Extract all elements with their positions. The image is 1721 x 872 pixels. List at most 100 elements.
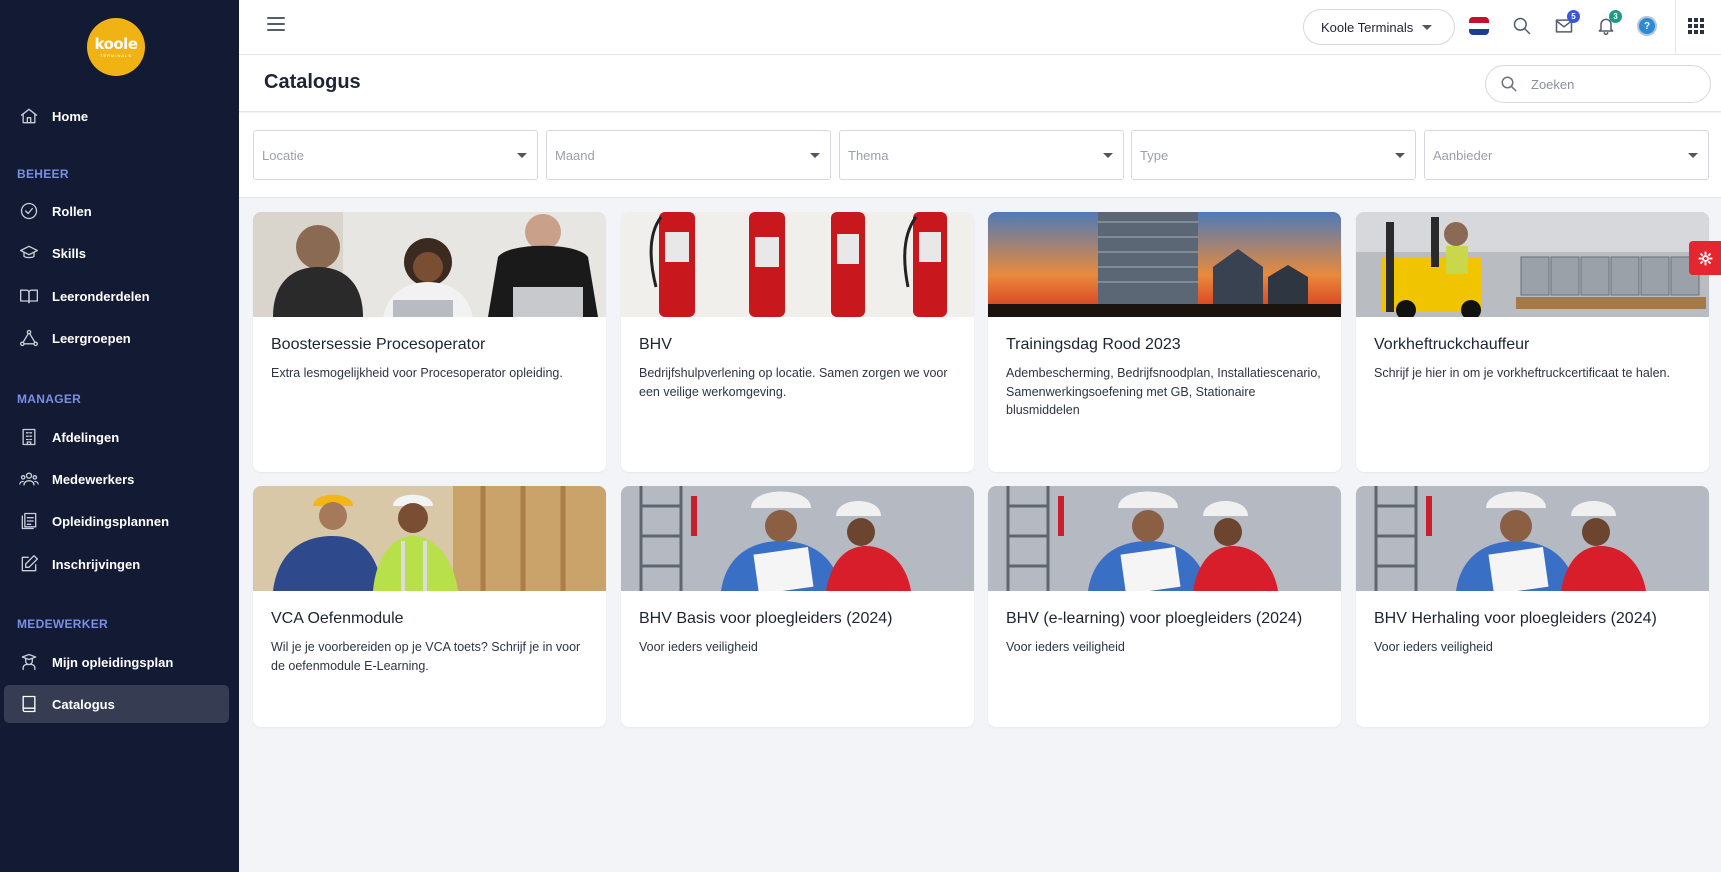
- course-card[interactable]: BHV (e-learning) voor ploegleiders (2024…: [988, 486, 1341, 727]
- sidebar-item-label: Rollen: [52, 203, 92, 219]
- open-book-icon: [18, 285, 40, 307]
- organization-select[interactable]: Koole Terminals: [1303, 9, 1455, 45]
- sidebar: koole TERMINALS Home BEHEER Rollen Skill…: [0, 0, 239, 872]
- documents-icon: [18, 510, 40, 532]
- course-image-workers-checklist: [621, 486, 974, 591]
- building-icon: [18, 426, 40, 448]
- sidebar-item-label: Catalogus: [52, 696, 115, 712]
- sidebar-item-label: Leergroepen: [52, 330, 131, 346]
- sidebar-item-mijn-opleidingsplan[interactable]: Mijn opleidingsplan: [4, 643, 229, 681]
- sidebar-item-label: Home: [52, 108, 89, 124]
- filter-label: Aanbieder: [1433, 147, 1493, 163]
- sidebar-item-inschrijvingen[interactable]: Inschrijvingen: [4, 545, 229, 583]
- chevron-down-icon: [1422, 24, 1433, 30]
- gear-icon: [1698, 251, 1712, 265]
- course-description: Extra lesmogelijkheid voor Procesoperato…: [271, 366, 563, 380]
- course-title: Vorkheftruckchauffeur: [1374, 336, 1530, 353]
- filter-aanbieder[interactable]: Aanbieder: [1424, 130, 1709, 180]
- course-description: Voor ieders veiligheid: [639, 640, 758, 654]
- course-image-fire-extinguishers: [621, 212, 974, 317]
- course-title: Boostersessie Procesoperator: [271, 336, 486, 353]
- inbox-icon[interactable]: 5: [1552, 10, 1580, 38]
- page-title: Catalogus: [264, 71, 361, 93]
- course-image-silos-sunset: [988, 212, 1341, 317]
- company-logo[interactable]: koole TERMINALS: [87, 18, 145, 76]
- sidebar-item-label: Afdelingen: [52, 429, 120, 445]
- sidebar-item-label: Inschrijvingen: [52, 556, 141, 572]
- filter-type[interactable]: Type: [1131, 130, 1416, 180]
- graduation-cap-icon: [18, 242, 40, 264]
- course-title: BHV Herhaling voor ploegleiders (2024): [1374, 610, 1657, 627]
- filter-label: Type: [1140, 147, 1169, 163]
- search-icon[interactable]: [1510, 14, 1534, 38]
- course-card[interactable]: BHV Bedrijfshulpverlening op locatie. Sa…: [621, 212, 974, 472]
- chevron-down-icon: [1395, 153, 1405, 158]
- netherlands-flag-icon[interactable]: [1469, 17, 1489, 35]
- sidebar-item-catalogus[interactable]: Catalogus: [4, 685, 229, 723]
- course-title: BHV: [639, 336, 672, 353]
- filter-label: Locatie: [262, 147, 304, 163]
- network-icon: [18, 327, 40, 349]
- sidebar-item-opleidingsplannen[interactable]: Opleidingsplannen: [4, 502, 229, 540]
- apps-grid-icon[interactable]: [1688, 18, 1704, 34]
- sidebar-item-medewerkers[interactable]: Medewerkers: [4, 460, 229, 498]
- sidebar-item-home[interactable]: Home: [4, 97, 229, 135]
- avatar[interactable]: ?: [1637, 16, 1657, 36]
- chevron-down-icon: [1103, 153, 1113, 158]
- sidebar-item-label: Mijn opleidingsplan: [52, 654, 174, 670]
- book-icon: [18, 693, 40, 715]
- filter-locatie[interactable]: Locatie: [253, 130, 538, 180]
- course-image-workers-checklist: [988, 486, 1341, 591]
- notifications-badge: 3: [1609, 10, 1622, 23]
- course-image-workers-helmets: [253, 486, 606, 591]
- page-header: Catalogus: [239, 55, 1721, 112]
- topbar: Koole Terminals 5 3 ?: [239, 0, 1721, 55]
- sidebar-item-leergroepen[interactable]: Leergroepen: [4, 319, 229, 357]
- section-label-manager: MANAGER: [17, 392, 82, 406]
- course-description: Schrijf je hier in om je vorkheftruckcer…: [1374, 366, 1670, 380]
- course-title: BHV (e-learning) voor ploegleiders (2024…: [1006, 610, 1303, 627]
- divider: [1675, 0, 1676, 55]
- course-image-workers-checklist: [1356, 486, 1709, 591]
- course-card[interactable]: VCA Oefenmodule Wil je je voorbereiden o…: [253, 486, 606, 727]
- chevron-down-icon: [517, 153, 527, 158]
- course-card[interactable]: Boostersessie Procesoperator Extra lesmo…: [253, 212, 606, 472]
- chevron-down-icon: [810, 153, 820, 158]
- filter-bar: Locatie Maand Thema Type Aanbieder: [239, 113, 1721, 198]
- course-description: Wil je je voorbereiden op je VCA toets? …: [271, 640, 581, 673]
- course-card[interactable]: Vorkheftruckchauffeur Schrijf je hier in…: [1356, 212, 1709, 472]
- menu-icon[interactable]: [267, 17, 285, 35]
- sidebar-item-label: Leeronderdelen: [52, 288, 150, 304]
- settings-tab[interactable]: [1689, 241, 1721, 275]
- course-card[interactable]: BHV Basis voor ploegleiders (2024) Voor …: [621, 486, 974, 727]
- graduate-icon: [18, 651, 40, 673]
- course-description: Voor ieders veiligheid: [1006, 640, 1125, 654]
- course-title: VCA Oefenmodule: [271, 610, 404, 627]
- course-card[interactable]: BHV Herhaling voor ploegleiders (2024) V…: [1356, 486, 1709, 727]
- course-image-forklift: [1356, 212, 1709, 317]
- bell-icon[interactable]: 3: [1594, 10, 1622, 38]
- logo-subtext: TERMINALS: [100, 52, 132, 58]
- chevron-down-icon: [1688, 153, 1698, 158]
- search-field[interactable]: [1485, 65, 1711, 103]
- organization-label: Koole Terminals: [1321, 19, 1414, 35]
- filter-thema[interactable]: Thema: [839, 130, 1124, 180]
- logo-text: koole: [94, 34, 139, 53]
- users-icon: [18, 468, 40, 490]
- section-label-beheer: BEHEER: [17, 167, 69, 181]
- sidebar-item-rollen[interactable]: Rollen: [4, 192, 229, 230]
- course-image-people-at-laptop: [253, 212, 606, 317]
- sidebar-item-leeronderdelen[interactable]: Leeronderdelen: [4, 277, 229, 315]
- sidebar-item-afdelingen[interactable]: Afdelingen: [4, 418, 229, 456]
- edit-icon: [18, 553, 40, 575]
- search-input[interactable]: [1531, 76, 1701, 92]
- sidebar-item-label: Opleidingsplannen: [52, 513, 170, 529]
- search-icon: [1501, 76, 1517, 92]
- messages-badge: 5: [1567, 10, 1580, 23]
- course-description: Adembescherming, Bedrijfsnoodplan, Insta…: [1006, 366, 1321, 417]
- filter-maand[interactable]: Maand: [546, 130, 831, 180]
- filter-label: Maand: [555, 147, 595, 163]
- course-card[interactable]: Trainingsdag Rood 2023 Adembescherming, …: [988, 212, 1341, 472]
- sidebar-item-skills[interactable]: Skills: [4, 234, 229, 272]
- sidebar-item-label: Skills: [52, 245, 86, 261]
